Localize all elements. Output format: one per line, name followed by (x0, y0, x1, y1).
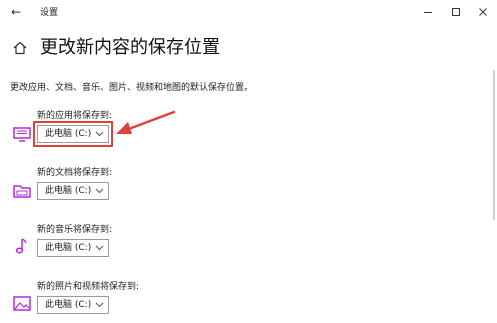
back-button[interactable]: ← (6, 2, 26, 22)
annotation-arrow-icon (116, 110, 176, 134)
music-save-label: 新的音乐将保存到: (37, 225, 113, 235)
music-note-icon (15, 238, 27, 254)
image-icon (13, 296, 31, 311)
close-icon (479, 8, 487, 16)
chevron-down-icon (95, 245, 104, 251)
music-location-value: 此电脑 (C:) (45, 243, 92, 253)
minimize-button[interactable] (414, 0, 442, 24)
documents-location-value: 此电脑 (C:) (45, 186, 92, 196)
window-title: 设置 (40, 8, 59, 18)
page-description: 更改应用、文档、音乐、图片、视频和地图的默认保存位置。 (10, 83, 254, 93)
scrollbar[interactable] (493, 70, 495, 220)
photos-save-label: 新的照片和视频将保存到: (37, 282, 140, 292)
chevron-down-icon (95, 188, 104, 194)
home-icon (13, 41, 27, 55)
chevron-down-icon (95, 302, 104, 308)
photos-location-dropdown[interactable]: 此电脑 (C:) (37, 296, 109, 314)
documents-location-dropdown[interactable]: 此电脑 (C:) (37, 182, 109, 200)
folder-icon (13, 185, 31, 198)
apps-save-label: 新的应用将保存到: (37, 111, 113, 121)
back-arrow-icon: ← (10, 5, 22, 19)
maximize-icon (452, 8, 460, 16)
close-button[interactable] (469, 0, 497, 24)
monitor-icon (13, 127, 31, 142)
music-location-dropdown[interactable]: 此电脑 (C:) (37, 239, 109, 257)
maximize-button[interactable] (442, 0, 470, 24)
highlight-box (33, 121, 113, 147)
photos-location-value: 此电脑 (C:) (45, 300, 92, 310)
title-bar: ← 设置 (0, 0, 497, 24)
documents-save-label: 新的文档将保存到: (37, 168, 113, 178)
page-title: 更改新内容的保存位置 (40, 37, 220, 58)
minimize-icon (424, 12, 432, 13)
